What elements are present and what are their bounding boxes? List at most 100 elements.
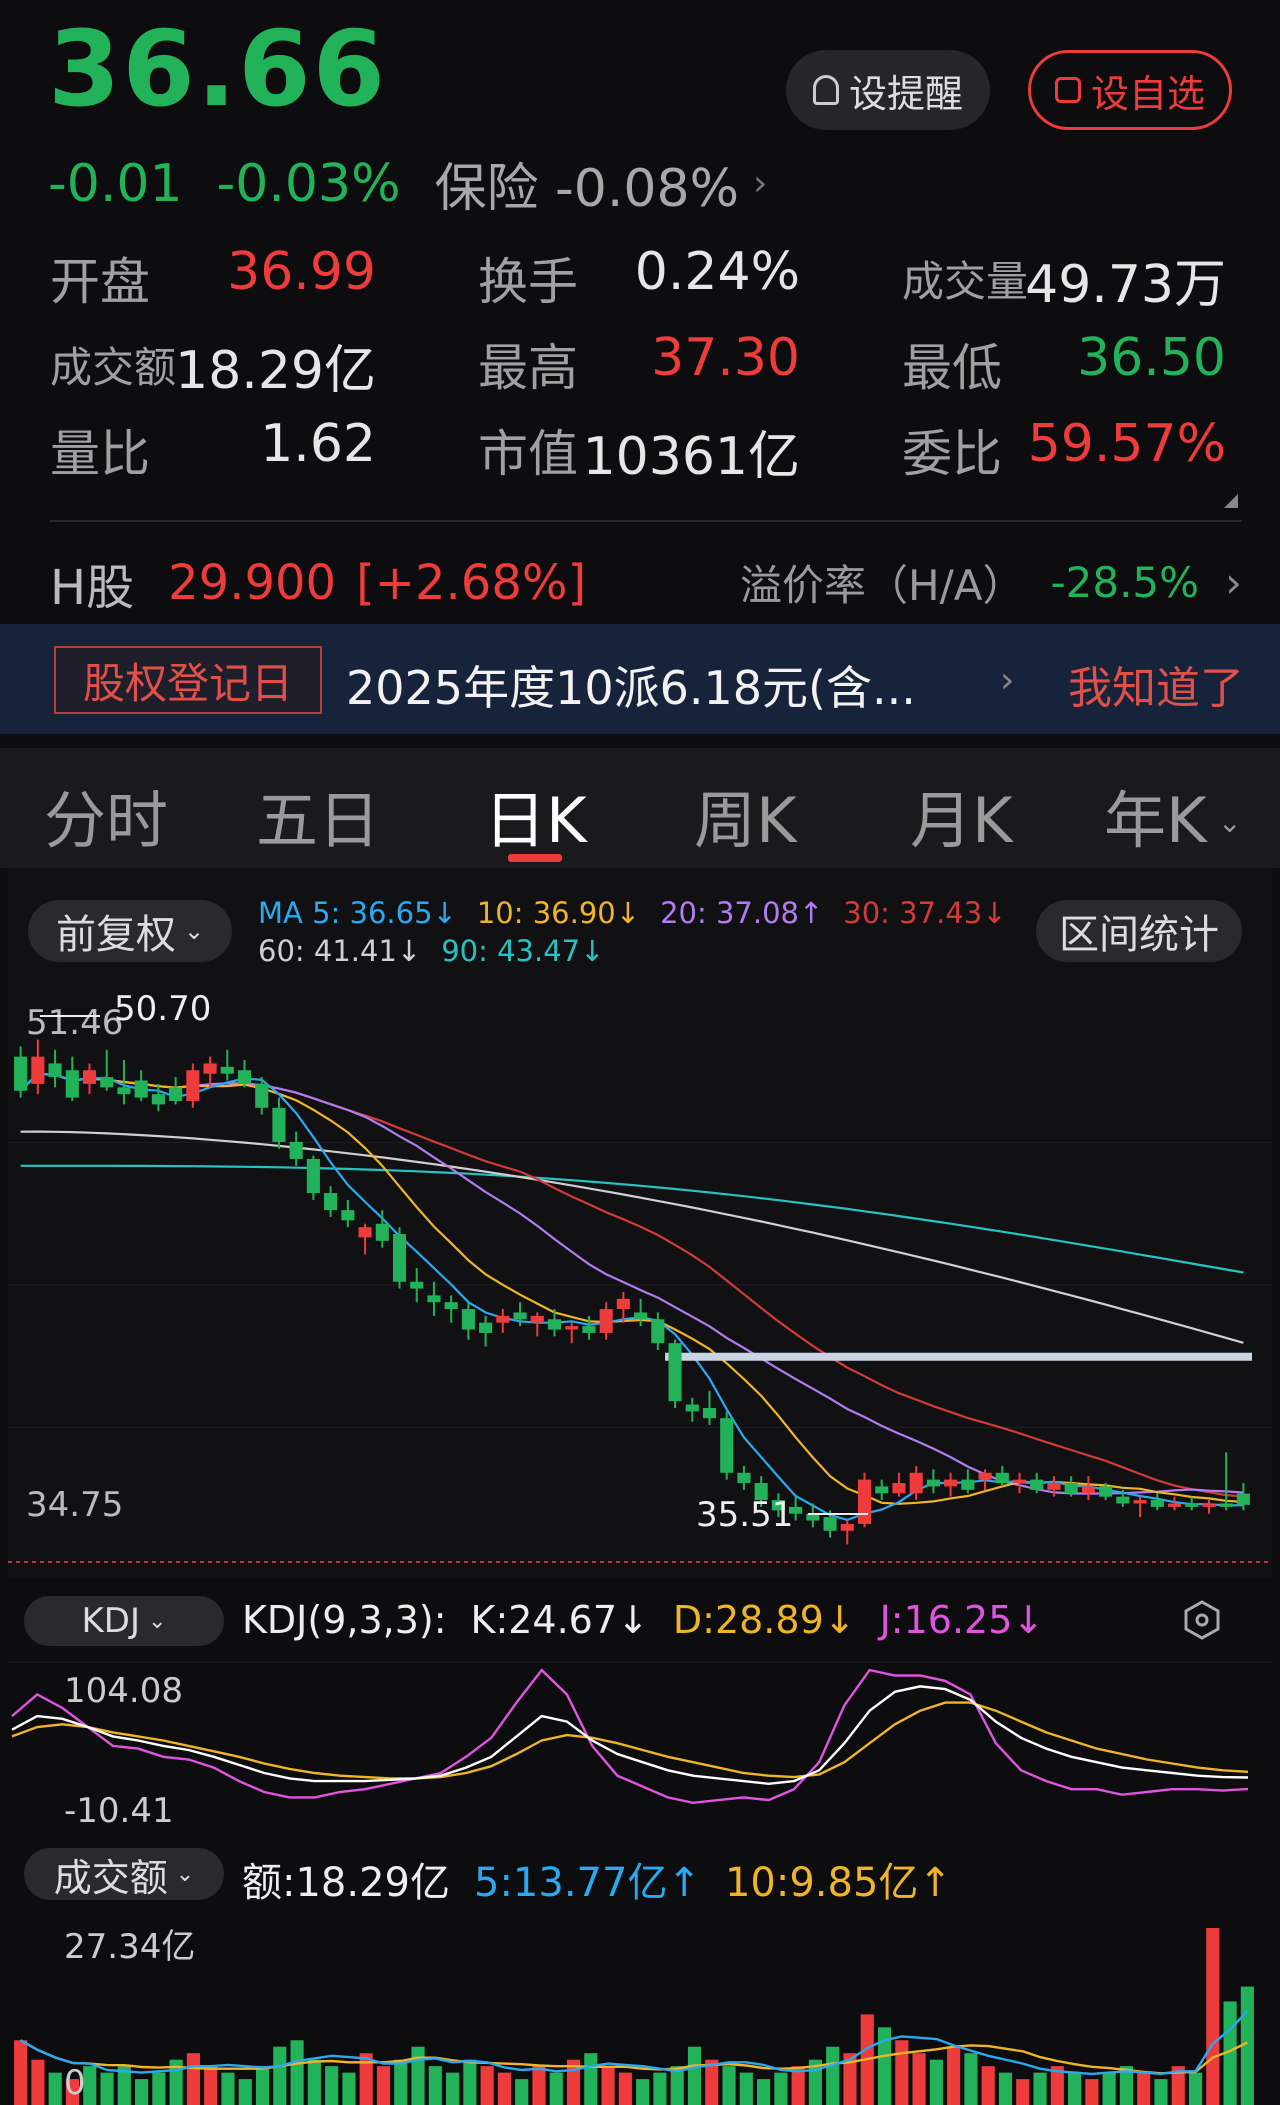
kdj-label: KDJ: [81, 1601, 141, 1641]
premium-chevron-icon: ›: [1225, 558, 1242, 607]
add-watchlist-label: 设自选: [1090, 71, 1205, 116]
kdj-d-line: [11, 1701, 1249, 1780]
hshare-row[interactable]: H股 29.900 [+2.68%]: [50, 548, 586, 618]
candle-body: [375, 1223, 389, 1241]
candle-body: [14, 1056, 28, 1091]
volume-bar: [601, 2066, 615, 2105]
volume-bar: [774, 2072, 788, 2105]
adjust-label: 前复权: [55, 912, 176, 958]
volume-chart[interactable]: 27.34亿 0: [8, 1916, 1272, 2105]
candle-body: [1133, 1500, 1147, 1504]
candle-body: [702, 1407, 717, 1419]
candle-body: [306, 1158, 320, 1194]
volume-bar: [376, 2066, 391, 2105]
volume-values: 额:18.29亿 5:13.77亿↑ 10:9.85亿↑: [242, 1850, 952, 1908]
stat-value: 0.24%: [634, 242, 800, 302]
candle-body: [255, 1083, 269, 1108]
candle-body: [444, 1302, 458, 1310]
banner-tag: 股权登记日: [54, 646, 322, 714]
candle-body: [1116, 1496, 1130, 1504]
candle-body: [1099, 1486, 1113, 1497]
tab-daily-k[interactable]: 日K: [484, 770, 587, 860]
change-row: -0.01 -0.03% 保险 -0.08% ›: [48, 146, 767, 221]
volume-bar: [325, 2066, 339, 2105]
volume-bar: [929, 2059, 943, 2105]
chevron-down-icon: ⌄: [183, 917, 205, 945]
candle-body: [117, 1087, 131, 1095]
volume-bar: [446, 2072, 460, 2105]
candle-body: [513, 1312, 527, 1320]
candle-body: [358, 1227, 372, 1238]
volume-bar: [739, 2072, 753, 2105]
candle-body: [1202, 1503, 1216, 1507]
kdj-values: KDJ(9,3,3): K:24.67↓ D:28.89↓ J:16.25↓: [242, 1598, 1044, 1642]
ma20-legend: 20: 37.08↑: [660, 896, 824, 930]
ma-legend-row1: MA 5: 36.65↓ 10: 36.90↓ 20: 37.08↑ 30: 3…: [258, 896, 1007, 930]
volume-bar: [307, 2059, 321, 2105]
candle-body: [944, 1479, 958, 1487]
hshare-change: [+2.68%]: [356, 555, 587, 611]
chevron-down-icon: ⌄: [148, 1608, 167, 1634]
hexagon-settings-icon[interactable]: [1184, 1600, 1220, 1640]
stat-value: 36.50: [1077, 328, 1226, 388]
tab-monthly-k[interactable]: 月K: [910, 770, 1013, 860]
volume-dropdown[interactable]: 成交额 ⌄: [24, 1848, 224, 1900]
chart-high-label: 50.70: [114, 989, 211, 1029]
banner-text[interactable]: 2025年度10派6.18元(含...: [346, 652, 946, 718]
active-tab-indicator: [508, 854, 562, 862]
candle-body: [909, 1472, 923, 1494]
volume-max-label: 27.34亿: [64, 1927, 195, 1967]
kdj-dropdown[interactable]: KDJ ⌄: [24, 1596, 224, 1646]
stat-value: 10361亿: [582, 427, 800, 487]
volume-bar: [48, 2072, 62, 2105]
banner-dismiss-button[interactable]: 我知道了: [1068, 652, 1244, 716]
candle-body: [151, 1094, 165, 1105]
range-stats-button[interactable]: 区间统计: [1036, 900, 1242, 962]
premium-label: 溢价率（H/A）: [740, 561, 1025, 610]
set-alert-button[interactable]: 设提醒: [786, 50, 990, 130]
kline-candles[interactable]: 51.4650.70 34.75 35.51: [8, 980, 1272, 1580]
sector-change-link[interactable]: 保险 -0.08%: [435, 146, 740, 221]
volume-bar: [687, 2046, 702, 2105]
adjust-dropdown[interactable]: 前复权 ⌄: [28, 900, 232, 962]
volume-bar: [947, 2046, 961, 2105]
candle-body: [82, 1070, 97, 1084]
premium-row[interactable]: 溢价率（H/A） -28.5% ›: [740, 552, 1242, 613]
volume-bar: [1188, 2072, 1203, 2105]
volume-bar: [826, 2046, 840, 2105]
kdj-k-value: K:24.67↓: [470, 1598, 649, 1642]
stat-label: 委比: [902, 425, 1002, 483]
expand-corner-icon[interactable]: [1224, 494, 1238, 508]
volume-bar: [1154, 2079, 1168, 2105]
volume-amount: 额:18.29亿: [242, 1860, 450, 1906]
candle-body: [134, 1080, 148, 1098]
tab-five-day[interactable]: 五日: [256, 770, 380, 860]
candle-body: [995, 1472, 1009, 1484]
volume-bar: [238, 2079, 252, 2105]
add-watchlist-button[interactable]: 设自选: [1028, 50, 1232, 130]
candle-body: [961, 1479, 975, 1490]
chevron-down-icon[interactable]: ⌄: [1218, 806, 1241, 839]
kdj-min-label: -10.41: [64, 1791, 174, 1830]
premium-value: -28.5%: [1050, 558, 1200, 607]
volume-bar: [981, 2066, 995, 2105]
volume-bar: [221, 2072, 235, 2105]
tab-yearly-k[interactable]: 年K: [1104, 770, 1207, 860]
candle-body: [410, 1281, 424, 1289]
watchlist-icon: [1054, 77, 1081, 103]
volume-bar: [463, 2059, 477, 2105]
tab-intraday[interactable]: 分时: [44, 770, 168, 860]
kdj-chart[interactable]: 104.08 -10.41: [8, 1660, 1272, 1830]
candle-body: [582, 1326, 596, 1333]
volume-zero-label: 0: [64, 2063, 86, 2103]
candle-body: [857, 1479, 872, 1524]
candle-body: [1236, 1493, 1250, 1505]
volume-bar: [1016, 2079, 1030, 2105]
kdj-j-value: J:16.25↓: [879, 1598, 1045, 1642]
tab-weekly-k[interactable]: 周K: [694, 770, 797, 860]
last-price: 36.66: [48, 8, 387, 130]
candle-body: [926, 1479, 940, 1487]
volume-bar: [722, 2066, 736, 2105]
volume-bar: [636, 2079, 650, 2105]
stat-value: 1.62: [260, 414, 376, 474]
